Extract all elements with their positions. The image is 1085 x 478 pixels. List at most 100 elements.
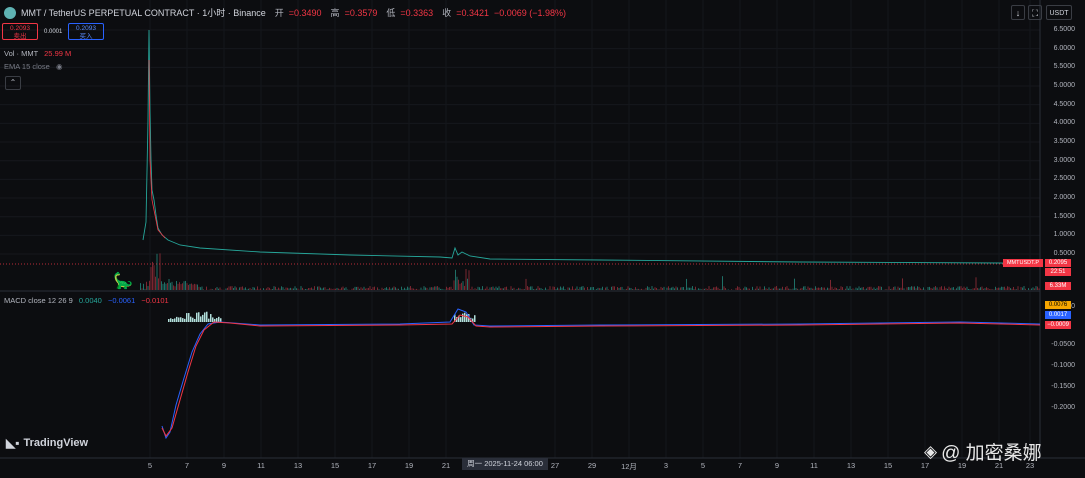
- collapse-legend-button[interactable]: ⌃: [5, 76, 21, 90]
- volume-bar: [654, 287, 656, 290]
- volume-bar: [785, 287, 786, 290]
- currency-select[interactable]: USDT: [1046, 5, 1072, 20]
- ema-legend[interactable]: EMA 15 close ◉: [4, 62, 63, 71]
- volume-bar: [173, 285, 174, 290]
- volume-bar: [1023, 286, 1025, 290]
- volume-bar: [402, 289, 404, 290]
- volume-bar: [960, 286, 962, 290]
- macd-axis-label: -0.1500: [1051, 383, 1075, 390]
- volume-legend[interactable]: Vol · MMT 25.99 M: [4, 49, 71, 58]
- volume-bar: [245, 287, 246, 290]
- volume-bar: [1005, 288, 1007, 290]
- volume-bar: [833, 289, 834, 290]
- volume-bar: [764, 286, 765, 290]
- volume-bar: [444, 289, 446, 290]
- price-axis-label: 0.5000: [1053, 250, 1075, 258]
- volume-bar: [617, 286, 618, 290]
- eye-icon[interactable]: ◉: [56, 62, 63, 71]
- volume-bar: [836, 287, 837, 290]
- volume-bar: [267, 287, 269, 290]
- macd-line: [161, 308, 1041, 440]
- volume-bar: [917, 286, 918, 290]
- volume-bar: [837, 289, 839, 290]
- volume-bar: [365, 288, 366, 290]
- volume-bar: [231, 286, 233, 290]
- buy-button[interactable]: 0.2093 买入: [68, 23, 104, 40]
- volume-bar: [284, 289, 285, 290]
- volume-bar: [717, 287, 719, 290]
- sell-button[interactable]: 0.2093 卖出: [2, 23, 38, 40]
- volume-bar: [167, 283, 168, 290]
- volume-bar: [716, 286, 717, 290]
- volume-bar: [789, 288, 791, 290]
- volume-bar: [722, 276, 723, 290]
- volume-bar: [977, 287, 978, 290]
- volume-bar: [233, 288, 234, 290]
- volume-bar: [1016, 289, 1017, 290]
- volume-bar: [792, 288, 794, 290]
- macd-histogram-bar: [190, 316, 192, 322]
- volume-bar: [848, 288, 849, 290]
- volume-bar: [542, 289, 543, 290]
- time-axis-label: 15: [883, 461, 893, 470]
- volume-bar: [669, 288, 671, 290]
- volume-bar: [198, 286, 200, 290]
- volume-bar: [357, 286, 359, 290]
- volume-bar: [177, 283, 179, 290]
- volume-bar: [467, 278, 468, 290]
- volume-bar: [816, 287, 818, 290]
- volume-bar: [378, 289, 380, 290]
- tradingview-brand[interactable]: ◣▪ TradingView: [6, 436, 88, 450]
- macd-histogram-bar: [196, 312, 198, 322]
- volume-bar: [449, 287, 450, 290]
- volume-bar: [309, 288, 311, 290]
- time-axis-label: 11: [810, 461, 818, 470]
- volume-bar: [879, 286, 881, 290]
- volume-bar: [216, 286, 218, 290]
- symbol-title[interactable]: MMT / TetherUS PERPETUAL CONTRACT · 1小时 …: [21, 6, 266, 19]
- volume-bar: [441, 288, 443, 290]
- fullscreen-icon[interactable]: ⛶: [1028, 5, 1042, 20]
- volume-bar: [605, 287, 606, 290]
- volume-bar: [426, 287, 428, 290]
- volume-bar: [666, 287, 668, 290]
- volume-bar: [438, 287, 440, 290]
- macd-histogram-bar: [168, 319, 170, 322]
- volume-bar: [975, 277, 977, 290]
- macd-legend[interactable]: MACD close 12 26 9 0.0040 −0.0061 −0.010…: [4, 296, 169, 305]
- volume-bar: [773, 288, 774, 290]
- volume-bar: [272, 289, 273, 290]
- volume-bar: [702, 288, 704, 290]
- macd-histogram-bar: [202, 314, 204, 322]
- volume-bar: [1028, 288, 1029, 290]
- download-icon[interactable]: ↓: [1011, 5, 1025, 20]
- volume-bar: [627, 286, 629, 290]
- volume-bar: [572, 286, 573, 290]
- volume-bar: [462, 281, 464, 290]
- volume-bar: [279, 288, 281, 290]
- volume-bar: [929, 286, 930, 290]
- time-axis-label: 19: [404, 461, 414, 470]
- volume-bar: [432, 287, 434, 290]
- volume-bar: [275, 286, 276, 290]
- volume-bar: [503, 288, 504, 290]
- volume-bar: [191, 283, 192, 290]
- volume-bar: [558, 288, 560, 290]
- chart-canvas[interactable]: [0, 0, 1085, 478]
- volume-bar: [1037, 286, 1038, 290]
- time-axis-label: 15: [330, 461, 340, 470]
- volume-bar: [737, 286, 738, 290]
- volume-bar: [872, 288, 873, 290]
- volume-bar: [524, 289, 525, 290]
- volume-bar: [749, 288, 750, 290]
- volume-bar: [525, 278, 527, 290]
- volume-bar: [401, 286, 402, 290]
- volume-bar: [867, 286, 869, 290]
- sell-price: 0.2093: [10, 25, 30, 32]
- volume-bar: [317, 286, 318, 290]
- price-axis-label: 6.0000: [1053, 44, 1075, 52]
- volume-bar: [827, 287, 828, 290]
- volume-bar: [171, 281, 173, 290]
- volume-bar: [189, 283, 191, 290]
- volume-bar: [629, 287, 630, 290]
